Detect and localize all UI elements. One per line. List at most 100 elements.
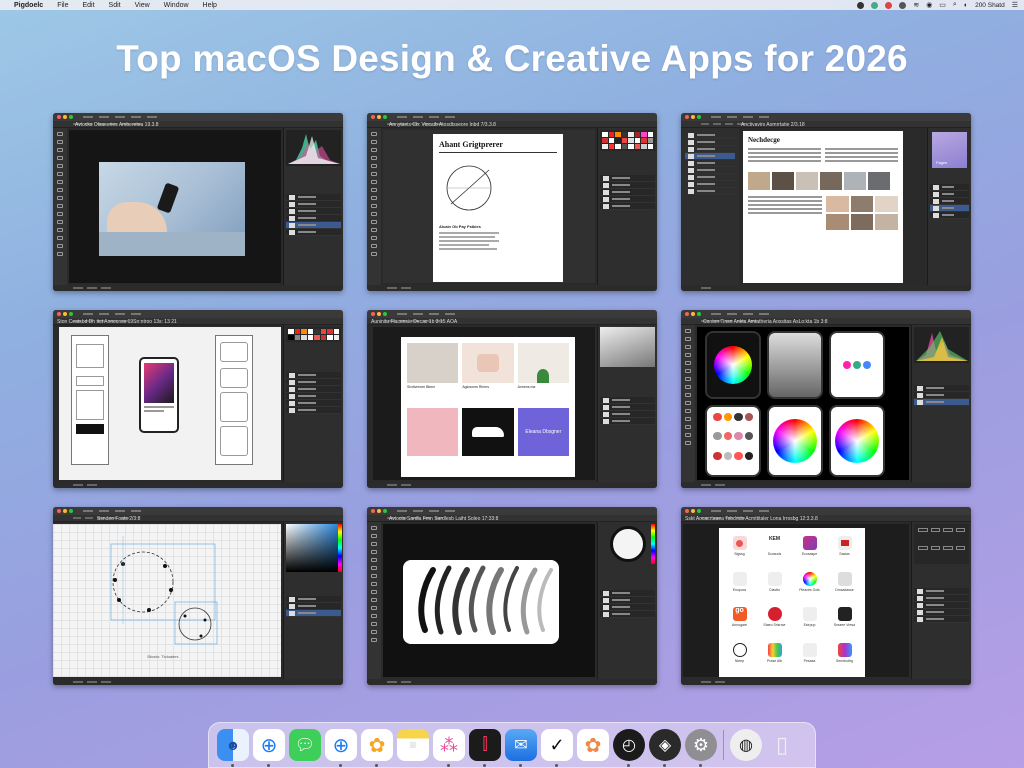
right-panels[interactable] [911, 522, 971, 679]
close-button[interactable] [685, 115, 689, 119]
app-window-color-phones[interactable]: Conton Tinsn Ankta Amtatheria Aossitas A… [681, 310, 971, 488]
menu-help[interactable]: Help [203, 2, 217, 9]
notes-icon[interactable]: ≡ [397, 729, 429, 761]
window-titlebar[interactable] [367, 310, 657, 318]
app-window-vector[interactable]: Ssndeo Foats 2/3:8 Sitcsto: Ttvloaiers [53, 507, 343, 685]
close-button[interactable] [57, 312, 61, 316]
window-titlebar[interactable] [681, 507, 971, 515]
layers-panel[interactable] [286, 596, 341, 617]
close-button[interactable] [57, 509, 61, 513]
messages-icon[interactable]: 💬︎ [289, 729, 321, 761]
swatches-panel[interactable] [600, 130, 655, 151]
menubar-clock[interactable]: 200 Shatd [975, 2, 1005, 9]
stocks-icon[interactable]: ⫿ [469, 729, 501, 767]
layers-panel[interactable] [286, 194, 341, 236]
right-panels[interactable] [597, 325, 657, 482]
window-titlebar[interactable] [53, 113, 343, 121]
zoom-button[interactable] [69, 509, 73, 513]
canvas[interactable] [69, 130, 281, 283]
speech-icon[interactable]: ◍ [730, 729, 762, 761]
canvas[interactable]: Sigssg KEM Scosuds Ecosaspe Sasias Enopoc… [683, 524, 909, 677]
app-window-wireframe[interactable]: Ston Ceatsbd Dh ttct Annconss 19Sn:ntroo… [53, 310, 343, 488]
nike-icon[interactable]: ✓ [541, 729, 573, 767]
app-window-app-grid[interactable]: Sskt Aocacrtaaea Tsbdrtds Acmttitaler Lo… [681, 507, 971, 685]
finder-icon[interactable]: ☻ [217, 729, 249, 767]
right-panels[interactable] [283, 522, 343, 679]
safari-alt-icon[interactable]: ⊕ [325, 729, 357, 767]
airdrop-icon[interactable]: ◉ [926, 1, 932, 9]
minimize-button[interactable] [691, 115, 695, 119]
right-panels[interactable] [911, 325, 971, 482]
canvas[interactable] [59, 327, 281, 480]
minimize-button[interactable] [377, 312, 381, 316]
canvas[interactable]: Sitcsto: Ttvloaiers [53, 524, 281, 677]
close-button[interactable] [371, 312, 375, 316]
canvas[interactable]: Sivdivrecen Bleen Agiosonrs Rirrins Anne… [373, 327, 595, 480]
tools-panel[interactable] [367, 522, 381, 679]
canvas[interactable] [383, 524, 595, 677]
document-tab[interactable]: Avtocks Olsaeeries Amberetea 19.3.8 [75, 122, 159, 128]
swatches-panel[interactable] [286, 327, 341, 342]
layers-panel[interactable] [600, 175, 655, 210]
photos-alt-icon[interactable]: ✿ [577, 729, 609, 761]
menu-window[interactable]: Window [164, 2, 189, 9]
status-record-icon[interactable] [885, 1, 893, 9]
minimize-button[interactable] [63, 509, 67, 513]
canvas[interactable] [697, 327, 909, 480]
app-window-magazine[interactable]: Anctivavirs Aomrrtatie 2/3.18 Nechdecge [681, 113, 971, 291]
zoom-button[interactable] [383, 312, 387, 316]
menu-view[interactable]: View [135, 2, 150, 9]
layers-panel[interactable] [600, 397, 655, 425]
zoom-button[interactable] [69, 115, 73, 119]
close-button[interactable] [371, 509, 375, 513]
zoom-button[interactable] [697, 312, 701, 316]
document-tab[interactable]: Sskt Aocacrtaaea Tsbdrtds Acmttitaler Lo… [685, 516, 818, 522]
close-button[interactable] [57, 115, 61, 119]
clock-icon[interactable]: ◴ [613, 729, 645, 767]
window-titlebar[interactable] [53, 507, 343, 515]
app-window-layout[interactable]: Annytavts Cb: Viccatb Atosdtsseore Inbd … [367, 113, 657, 291]
trash-icon[interactable]: ▯ [766, 729, 798, 761]
zoom-button[interactable] [383, 115, 387, 119]
wifi-icon[interactable]: ≋ [913, 1, 919, 9]
menu-edit[interactable]: Edit [82, 2, 94, 9]
control-center-icon[interactable]: ☰ [1012, 1, 1018, 9]
document-tab[interactable]: Ssndeo Foats 2/3:8 [97, 516, 140, 522]
layers-panel[interactable] [600, 590, 655, 618]
tools-panel[interactable] [681, 325, 695, 482]
minimize-button[interactable] [691, 312, 695, 316]
window-titlebar[interactable] [681, 113, 971, 121]
zoom-button[interactable] [697, 115, 701, 119]
zoom-button[interactable] [69, 312, 73, 316]
options-bar[interactable] [681, 121, 971, 128]
layers-panel[interactable] [914, 385, 969, 406]
compass-icon[interactable]: ◈ [649, 729, 681, 767]
menu-file[interactable]: File [57, 2, 68, 9]
tools-panel[interactable] [53, 128, 67, 285]
color-picker[interactable] [286, 524, 342, 572]
document-tab[interactable]: Anctivavirs Aomrrtatie 2/3.18 [741, 122, 805, 128]
status-app-icon[interactable] [857, 1, 865, 9]
tools-panel[interactable] [367, 128, 381, 285]
right-panels[interactable]: Fages [927, 128, 971, 285]
right-panels[interactable] [597, 522, 657, 679]
window-titlebar[interactable] [367, 507, 657, 515]
zoom-button[interactable] [383, 509, 387, 513]
right-panels[interactable] [283, 325, 343, 482]
document-tab[interactable]: Conton Tinsn Ankta Amtatheria Aossitas A… [703, 319, 828, 325]
minimize-button[interactable] [63, 115, 67, 119]
mail-icon[interactable]: ✉ [505, 729, 537, 767]
minimize-button[interactable] [377, 509, 381, 513]
document-tab[interactable]: Ston Ceatsbd Dh ttct Annconss 19Sn:ntroo… [57, 319, 177, 325]
zoom-button[interactable] [697, 509, 701, 513]
close-button[interactable] [685, 509, 689, 513]
battery-icon[interactable]: ▭ [939, 1, 946, 9]
minimize-button[interactable] [691, 509, 695, 513]
document-tab[interactable]: Annytavts Cb: Viccatb Atosdtsseore Inbd … [389, 122, 496, 128]
user-icon[interactable]: ◐ [964, 2, 968, 9]
app-window-product-grid[interactable]: Auninitu Flaconsie Decac 1b 3:15 AOA Siv… [367, 310, 657, 488]
status-sync-icon[interactable] [871, 1, 879, 9]
document-tab[interactable]: Avtocta Sardla Fmn Sardlesb Laiht Soleo … [389, 516, 498, 522]
layers-panel[interactable] [286, 372, 341, 414]
safari-icon[interactable]: ⊕ [253, 729, 285, 767]
